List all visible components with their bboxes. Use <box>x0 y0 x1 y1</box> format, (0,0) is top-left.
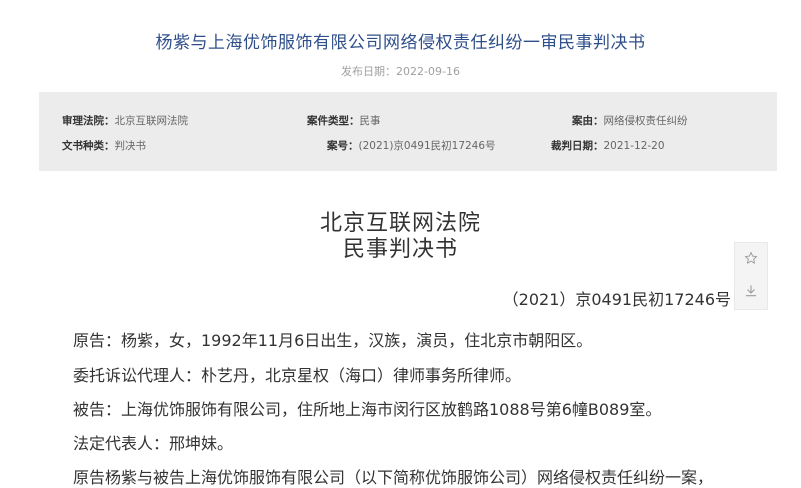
publish-date-value: 2022-09-16 <box>396 65 460 78</box>
case-no-value: (2021)京0491民初17246号 <box>358 140 496 152</box>
side-toolbar <box>734 242 768 310</box>
doc-type-info: 文书种类：判决书 <box>62 138 146 153</box>
case-type-label: 案件类型： <box>307 115 360 127</box>
download-button[interactable] <box>735 276 767 308</box>
download-icon <box>744 283 758 302</box>
doc-kind-heading: 民事判决书 <box>342 237 458 262</box>
court-value: 北京互联网法院 <box>114 115 189 127</box>
judge-date-value: 2021-12-20 <box>603 140 665 152</box>
judge-date-info: 裁判日期：2021-12-20 <box>551 138 665 153</box>
case-type-value: 民事 <box>359 115 381 127</box>
paragraph-case-intro: 原告杨紫与被告上海优饰服饰有限公司（以下简称优饰服饰公司）网络侵权责任纠纷一案， <box>73 468 714 487</box>
favorite-button[interactable] <box>735 243 767 275</box>
publish-date-label: 发布日期： <box>341 65 397 78</box>
case-no-info: 案号：(2021)京0491民初17246号 <box>327 138 496 153</box>
doc-type-label: 文书种类： <box>62 140 115 152</box>
cause-value: 网络侵权责任纠纷 <box>603 115 688 127</box>
page-title: 杨紫与上海优饰服饰有限公司网络侵权责任纠纷一审民事判决书 <box>155 33 646 53</box>
cause-label: 案由： <box>572 115 604 127</box>
case-type-info: 案件类型：民事 <box>307 113 381 128</box>
paragraph-defendant: 被告：上海优饰服饰有限公司，住所地上海市闵行区放鹤路1088号第6幢B089室。 <box>73 400 662 419</box>
case-info-panel: 审理法院：北京互联网法院 案件类型：民事 案由：网络侵权责任纠纷 文书种类：判决… <box>39 92 777 171</box>
paragraph-agent: 委托诉讼代理人：朴艺丹，北京星权（海口）律师事务所律师。 <box>73 366 522 385</box>
court-label: 审理法院： <box>62 115 115 127</box>
paragraph-plaintiff: 原告：杨紫，女，1992年11月6日出生，汉族，演员，住北京市朝阳区。 <box>73 331 593 350</box>
judge-date-label: 裁判日期： <box>551 140 604 152</box>
case-number: （2021）京0491民初17246号 <box>502 290 731 309</box>
star-icon <box>744 250 758 269</box>
publish-date-line: 发布日期：2022-09-16 <box>0 63 801 79</box>
court-info: 审理法院：北京互联网法院 <box>62 113 188 128</box>
cause-info: 案由：网络侵权责任纠纷 <box>572 113 688 128</box>
case-no-label: 案号： <box>327 140 359 152</box>
doc-type-value: 判决书 <box>114 140 147 152</box>
paragraph-legal-rep: 法定代表人：邢坤妹。 <box>73 434 234 453</box>
